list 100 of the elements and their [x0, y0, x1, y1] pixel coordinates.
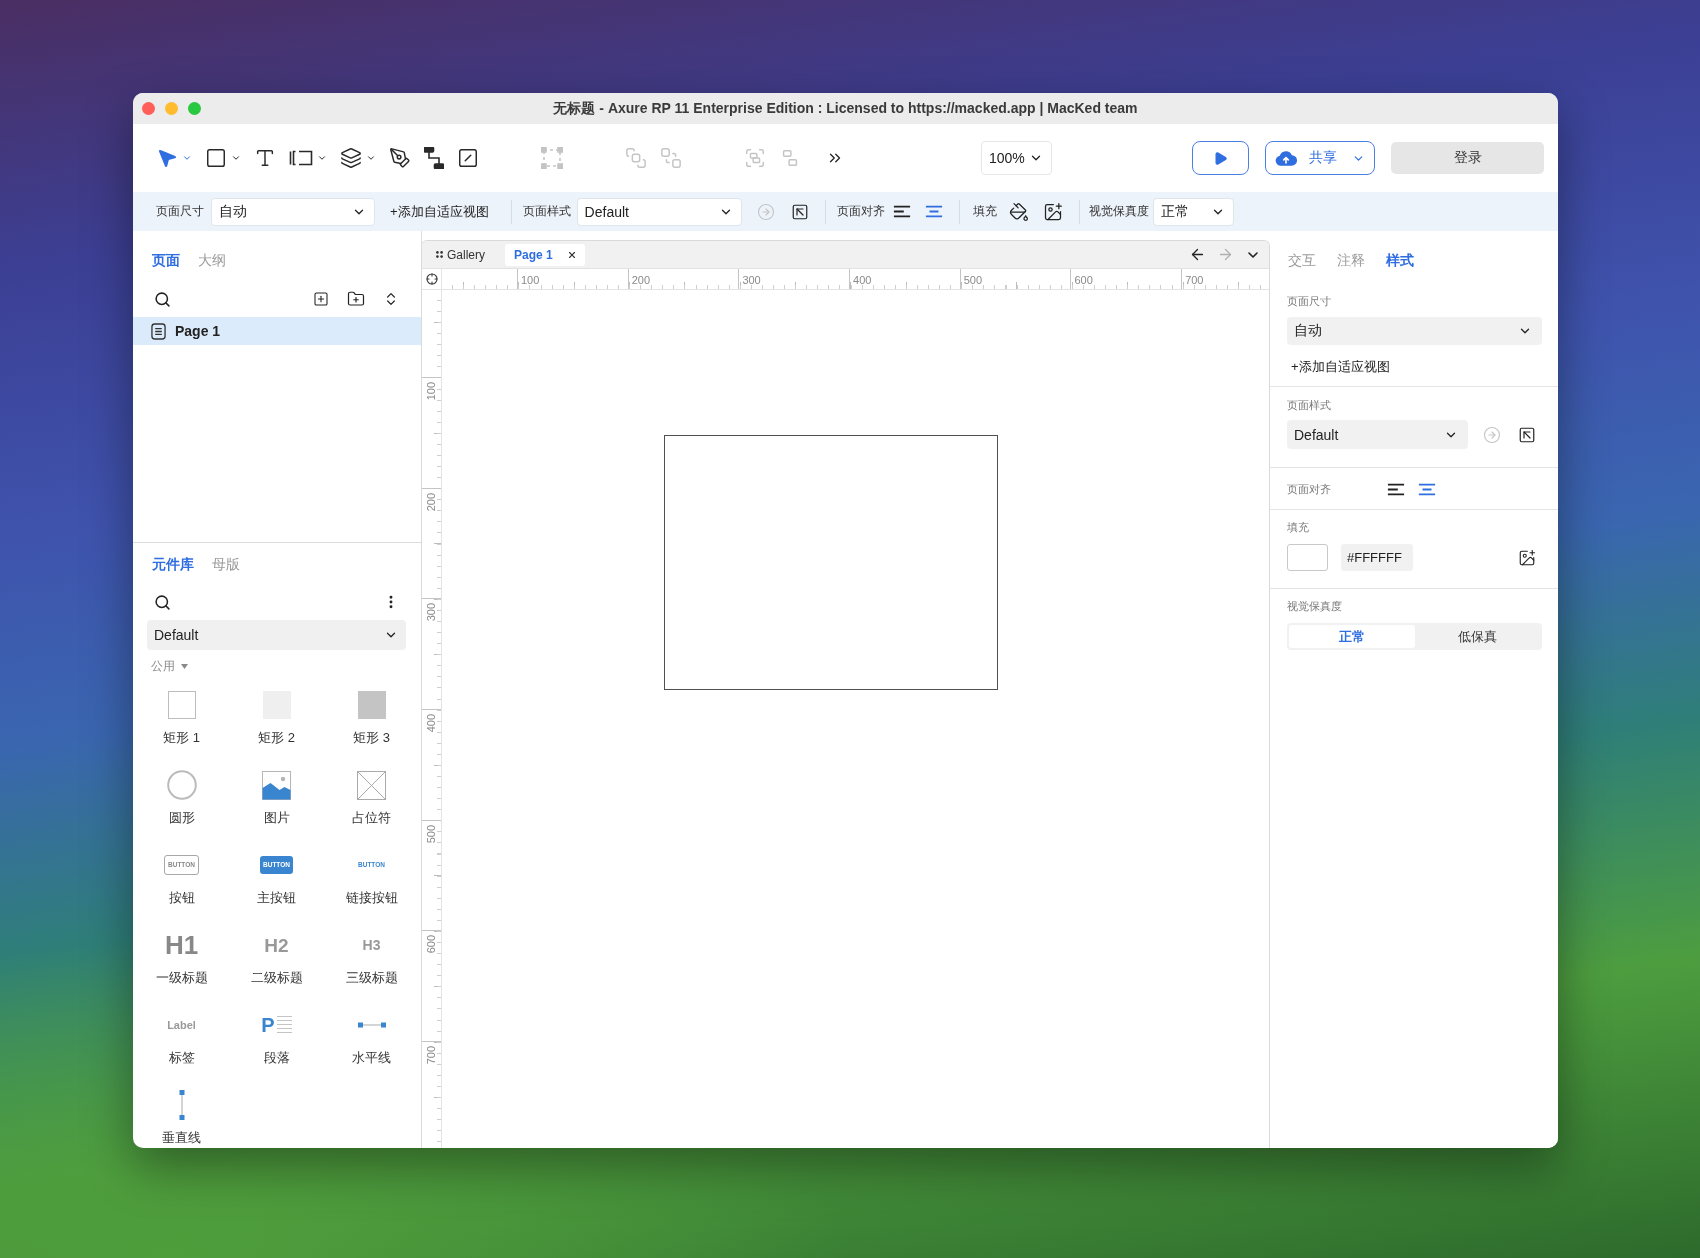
page-style-dropdown[interactable]: Default	[1287, 420, 1468, 449]
widget-label: 一级标题	[155, 969, 208, 986]
horizontal-line-icon[interactable]	[357, 1022, 386, 1028]
library-dropdown[interactable]: Default	[147, 620, 406, 650]
caret-icon	[231, 153, 241, 163]
label-preview[interactable]: Label	[167, 1019, 196, 1031]
ruler-label: 500	[963, 274, 983, 286]
widget-label: 主按钮	[257, 889, 296, 906]
slash-box-icon	[457, 147, 479, 169]
page-style-dropdown[interactable]: Default	[576, 197, 742, 226]
vertical-line-icon[interactable]	[178, 1090, 185, 1120]
back-arrow-icon[interactable]	[1189, 246, 1206, 263]
heading-preview[interactable]: H1	[164, 932, 199, 958]
fidelity-option[interactable]: 低保真	[1414, 625, 1540, 648]
widget-label: 图片	[263, 809, 290, 826]
panel-tab[interactable]: 母版	[212, 554, 240, 574]
widget-label: 矩形 2	[258, 729, 295, 746]
login-button[interactable]: 登录	[1391, 142, 1544, 174]
canvas-tab[interactable]: Page 1	[505, 243, 585, 266]
field-label: 页面对齐	[836, 203, 885, 220]
widget-label: 矩形 3	[353, 729, 390, 746]
panel-tab[interactable]: 页面	[152, 250, 180, 270]
align-center-icon[interactable]	[1418, 482, 1436, 496]
widget-label: 标签	[168, 1049, 195, 1066]
dashed-frame-icon	[541, 147, 563, 169]
section-label: 页面尺寸	[1287, 294, 1332, 308]
caret-icon	[317, 153, 327, 163]
zoom-dropdown[interactable]: 100%	[981, 141, 1052, 175]
play-icon	[1213, 150, 1228, 166]
inspector-tab[interactable]: 交互	[1288, 250, 1316, 270]
paint-bucket-icon[interactable]	[1008, 201, 1029, 222]
page-size-dropdown[interactable]: 自动	[1287, 317, 1542, 345]
widget-label: 二级标题	[250, 969, 303, 986]
bring-front-icon	[625, 147, 647, 169]
ruler-label: 200	[425, 492, 438, 512]
align-left-icon[interactable]	[1387, 482, 1405, 496]
close-window-button[interactable]	[142, 102, 155, 115]
widget-label: 圆形	[168, 809, 195, 826]
color-swatch[interactable]	[1287, 544, 1328, 571]
connector-tool-button[interactable]	[424, 144, 444, 172]
heading-preview[interactable]: H2	[264, 935, 289, 955]
send-back-icon	[660, 147, 682, 169]
image-icon[interactable]	[1042, 201, 1063, 222]
panel-tab[interactable]: 元件库	[152, 554, 194, 574]
square-icon	[205, 147, 227, 169]
search-icon[interactable]	[154, 290, 171, 308]
inspector-tab[interactable]: 样式	[1386, 250, 1414, 270]
layers-icon	[340, 147, 362, 169]
fidelity-dropdown[interactable]: 正常	[1152, 197, 1234, 226]
group-toggle[interactable]: 公用	[151, 657, 188, 675]
caret-icon	[366, 153, 376, 163]
field-label: 视觉保真度	[1088, 203, 1149, 220]
section-label: 填充	[1287, 520, 1310, 534]
pointer-icon	[156, 147, 178, 169]
grid-dots-icon	[436, 251, 443, 258]
connector-icon	[424, 147, 444, 169]
heading-preview[interactable]: H3	[362, 938, 381, 952]
widget-label: 垂直线	[162, 1129, 201, 1146]
share-button[interactable]: 共享	[1265, 141, 1375, 175]
image-icon[interactable]	[1518, 548, 1536, 567]
fidelity-option[interactable]: 正常	[1289, 625, 1415, 648]
page-item[interactable]: Page 1	[133, 317, 421, 345]
inspector-tab[interactable]: 注释	[1337, 250, 1365, 270]
caret-icon	[181, 663, 188, 669]
ruler-label: 300	[425, 603, 438, 622]
section-label: 页面对齐	[1287, 482, 1331, 496]
canvas-tab[interactable]: Gallery	[434, 243, 489, 266]
paragraph-preview[interactable]: P	[261, 1014, 292, 1036]
pen-icon	[389, 147, 411, 169]
page-size-dropdown[interactable]: 自动	[211, 197, 375, 226]
widget-label: 矩形 1	[163, 729, 200, 746]
close-icon[interactable]	[566, 249, 577, 260]
ruler-label: 200	[631, 274, 651, 286]
ruler-label: 100	[521, 274, 540, 286]
widget-label: 段落	[263, 1049, 290, 1066]
crosshair-icon[interactable]	[425, 273, 438, 285]
add-folder-icon[interactable]	[347, 290, 365, 308]
widget-label: 占位符	[352, 809, 391, 826]
ruler-label: 700	[1185, 274, 1204, 286]
field-label: 页面尺寸	[156, 203, 204, 220]
align-left-icon[interactable]	[892, 205, 911, 218]
add-adaptive-view-button[interactable]: +添加自适应视图	[1291, 358, 1390, 376]
align-center-icon[interactable]	[924, 205, 943, 218]
ruler-label: 300	[742, 274, 761, 286]
ruler-label: 500	[425, 824, 438, 844]
bracket-panel-icon	[289, 150, 313, 166]
widget-label: 按钮	[168, 889, 195, 906]
panel-tab[interactable]: 大纲	[198, 250, 226, 270]
field-label: 页面样式	[522, 203, 571, 220]
ruler-label: 600	[425, 935, 438, 954]
add-adaptive-view-button[interactable]: +添加自适应视图	[390, 202, 489, 221]
field-label: 填充	[972, 203, 997, 220]
add-page-icon[interactable]	[313, 291, 329, 307]
page-icon	[151, 322, 166, 340]
hex-input-field[interactable]: #FFFFFF	[1341, 544, 1413, 571]
preview-button[interactable]	[1192, 141, 1249, 175]
widget-label: 链接按钮	[345, 889, 398, 906]
section-label: 页面样式	[1287, 398, 1332, 412]
ruler-label: 700	[425, 1046, 438, 1065]
search-icon[interactable]	[154, 593, 171, 611]
